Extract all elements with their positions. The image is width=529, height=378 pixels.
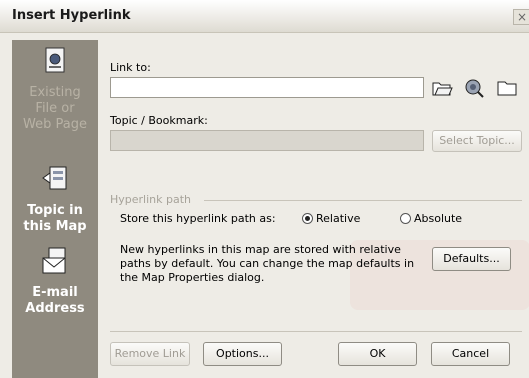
group-divider xyxy=(204,200,522,201)
sidebar-item-email[interactable]: E-mail Address xyxy=(12,246,98,336)
ok-button[interactable]: OK xyxy=(338,342,417,366)
title-bar: Insert Hyperlink × xyxy=(0,0,529,33)
defaults-button[interactable]: Defaults... xyxy=(432,247,511,271)
cancel-button[interactable]: Cancel xyxy=(431,342,510,366)
browse-file-icon[interactable] xyxy=(495,76,519,100)
absolute-radio-label[interactable]: Absolute xyxy=(414,212,462,225)
sidebar-item-label: Topic in this Map xyxy=(23,203,87,234)
path-info-text: New hyperlinks in this map are stored wi… xyxy=(120,243,415,284)
radio-selected-dot xyxy=(305,216,310,221)
link-type-sidebar: Existing File or Web Page Topic in this … xyxy=(12,40,98,378)
topic-bookmark-label: Topic / Bookmark: xyxy=(110,114,208,127)
topic-bookmark-input[interactable] xyxy=(110,130,424,151)
absolute-radio[interactable] xyxy=(400,213,411,224)
browse-folder-icon[interactable] xyxy=(430,76,454,100)
topic-map-icon xyxy=(42,166,67,190)
bottom-divider xyxy=(110,331,522,332)
link-to-label: Link to: xyxy=(110,61,151,74)
document-icon xyxy=(45,47,65,73)
hyperlink-path-group-label: Hyperlink path xyxy=(110,193,192,206)
insert-hyperlink-dialog: Insert Hyperlink × Existing File or Web … xyxy=(0,0,529,378)
sidebar-item-topic-in-map[interactable]: Topic in this Map xyxy=(12,164,98,244)
select-topic-button[interactable]: Select Topic... xyxy=(432,130,522,152)
link-to-input[interactable] xyxy=(110,77,424,98)
dialog-title: Insert Hyperlink xyxy=(12,8,131,23)
close-button[interactable]: × xyxy=(513,9,529,25)
store-path-label: Store this hyperlink path as: xyxy=(120,212,276,225)
options-button[interactable]: Options... xyxy=(203,342,282,366)
sidebar-item-label: E-mail Address xyxy=(25,285,85,316)
sidebar-item-existing-file[interactable]: Existing File or Web Page xyxy=(12,46,98,158)
sidebar-item-label: Existing File or Web Page xyxy=(23,85,87,132)
email-icon xyxy=(42,247,66,274)
browse-web-icon[interactable] xyxy=(462,76,486,100)
relative-radio-label[interactable]: Relative xyxy=(316,212,360,225)
remove-link-button[interactable]: Remove Link xyxy=(110,342,190,366)
relative-radio[interactable] xyxy=(302,213,313,224)
